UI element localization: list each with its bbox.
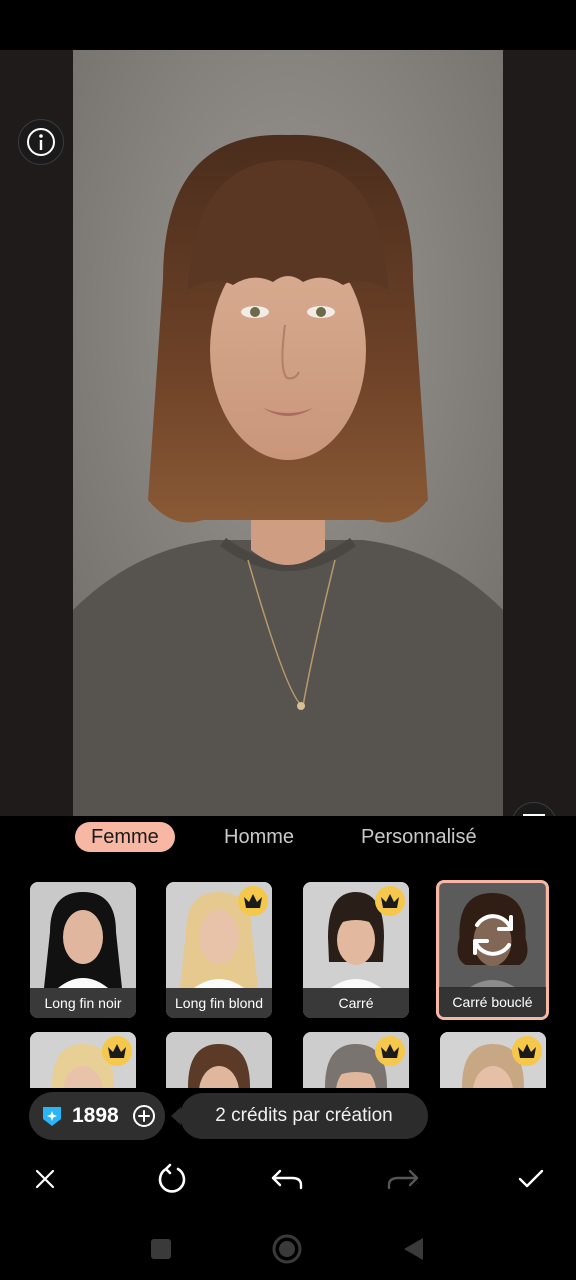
style-label: Carré bouclé	[439, 987, 546, 1017]
nav-back-button[interactable]	[398, 1234, 428, 1264]
redo-button[interactable]	[386, 1162, 420, 1196]
close-icon	[35, 1169, 55, 1189]
style-label: Long fin blond	[166, 988, 272, 1018]
bottom-panel: Femme Homme Personnalisé Long fin noir L…	[0, 816, 576, 1280]
style-label: Carré	[303, 988, 409, 1018]
plus-circle-icon[interactable]	[132, 1104, 156, 1128]
crown-icon	[512, 1036, 542, 1066]
confirm-button[interactable]	[514, 1162, 548, 1196]
style-card[interactable]: Long fin noir	[30, 882, 136, 1018]
tab-homme[interactable]: Homme	[224, 822, 294, 852]
credits-count: 1898	[72, 1104, 119, 1127]
redo-icon	[387, 1169, 419, 1190]
category-tabs: Femme Homme Personnalisé	[0, 816, 576, 858]
redo-circle-icon	[158, 1163, 186, 1193]
style-label: Long fin noir	[30, 988, 136, 1018]
portrait-illustration	[73, 50, 503, 816]
crown-icon	[102, 1036, 132, 1066]
undo-button[interactable]	[270, 1162, 304, 1196]
style-thumbnail	[30, 882, 136, 988]
nav-back-icon	[404, 1238, 423, 1260]
credits-pill[interactable]: 1898	[29, 1092, 165, 1140]
style-card[interactable]	[303, 1032, 409, 1088]
gem-icon	[43, 1107, 61, 1126]
regenerate-button[interactable]	[155, 1162, 189, 1196]
tab-femme[interactable]: Femme	[75, 822, 175, 852]
crown-icon	[375, 1036, 405, 1066]
nav-home-button[interactable]	[272, 1234, 302, 1264]
credits-tooltip: 2 crédits par création	[171, 1093, 428, 1139]
system-nav-bar	[0, 1222, 576, 1280]
hairstyle-grid: Long fin noir Long fin blond Carré Carré…	[0, 880, 576, 1088]
style-card[interactable]: Carré	[303, 882, 409, 1018]
info-icon	[27, 128, 55, 156]
portrait-photo	[73, 50, 503, 816]
undo-icon	[271, 1169, 303, 1190]
info-button[interactable]	[18, 119, 64, 165]
style-card[interactable]	[166, 1032, 272, 1088]
edit-toolbar	[0, 1156, 576, 1202]
nav-recents-button[interactable]	[146, 1234, 176, 1264]
style-thumbnail	[166, 1032, 272, 1088]
style-card[interactable]: Long fin blond	[166, 882, 272, 1018]
nav-home-icon	[272, 1234, 302, 1264]
nav-recents-icon	[151, 1239, 171, 1259]
check-icon	[518, 1169, 544, 1188]
status-bar	[0, 0, 576, 50]
style-card[interactable]	[30, 1032, 136, 1088]
refresh-icon	[472, 914, 513, 956]
tab-personnalise[interactable]: Personnalisé	[361, 822, 477, 852]
preview-area	[0, 50, 576, 816]
crown-icon	[238, 886, 268, 916]
style-card[interactable]	[440, 1032, 546, 1088]
close-button[interactable]	[28, 1162, 62, 1196]
compare-button[interactable]	[511, 802, 557, 816]
style-card-selected[interactable]: Carré bouclé	[436, 880, 549, 1020]
crown-icon	[375, 886, 405, 916]
